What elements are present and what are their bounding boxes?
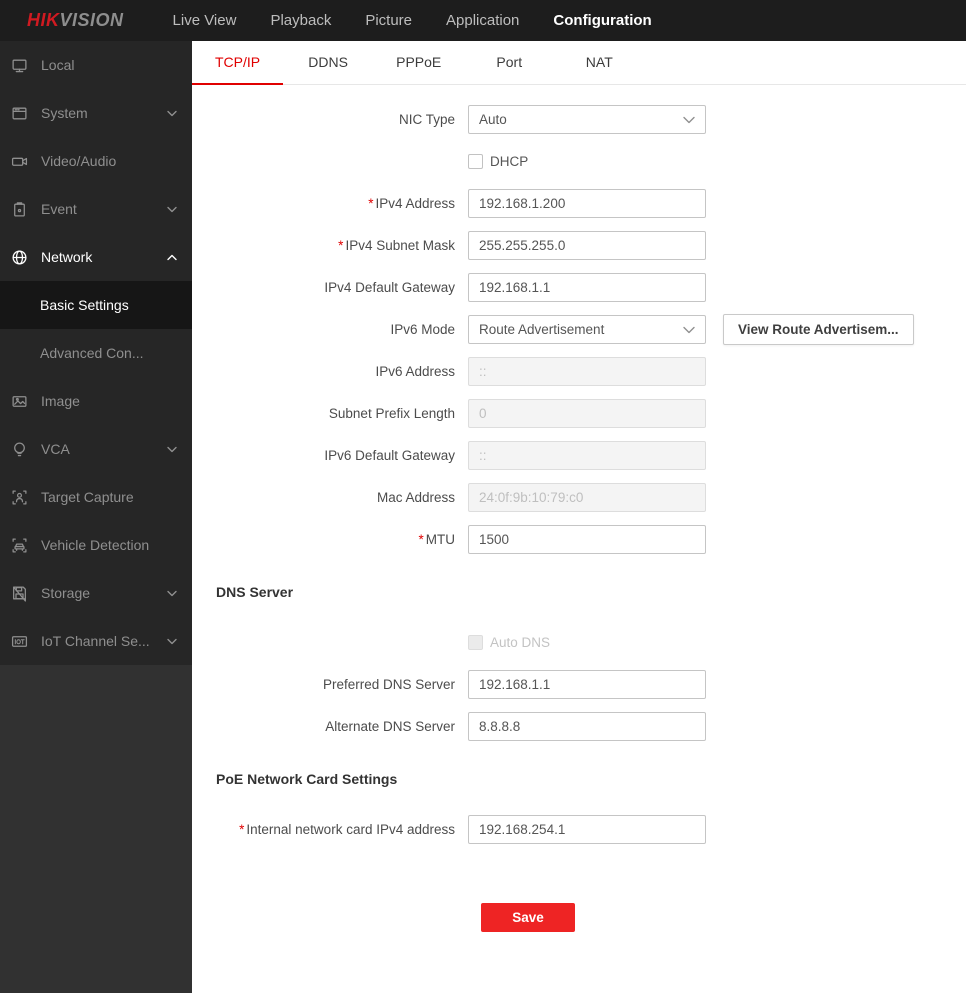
mac-address-input <box>468 483 706 512</box>
image-icon <box>12 395 27 407</box>
mac-address-label: Mac Address <box>376 490 455 505</box>
nav-configuration[interactable]: Configuration <box>536 0 668 41</box>
chevron-up-icon <box>167 254 177 261</box>
auto-dns-label: Auto DNS <box>490 635 551 650</box>
iot-icon: IOT <box>11 635 28 647</box>
lightbulb-icon <box>14 441 25 456</box>
sidebar-item-vca[interactable]: VCA <box>0 425 192 473</box>
main-content: TCP/IP DDNS PPPoE Port NAT NIC Type Auto… <box>192 41 966 993</box>
dhcp-label: DHCP <box>490 154 529 169</box>
logo-hik: HIK <box>27 10 60 30</box>
tab-nat[interactable]: NAT <box>554 41 644 85</box>
ipv6-mode-select[interactable]: Route Advertisement <box>468 315 706 344</box>
floppy-disk-icon <box>13 585 26 602</box>
auto-dns-checkbox <box>468 635 483 650</box>
ipv4-subnet-label: * IPv4 Subnet Mask <box>338 238 455 253</box>
window-icon <box>12 107 27 119</box>
alternate-dns-input[interactable] <box>468 712 706 741</box>
monitor-icon <box>12 59 27 72</box>
subnet-prefix-input <box>468 399 706 428</box>
chevron-down-icon <box>167 446 177 453</box>
ipv4-address-input[interactable] <box>468 189 706 218</box>
chevron-down-icon <box>683 326 695 333</box>
nav-live-view[interactable]: Live View <box>156 0 254 41</box>
mtu-input[interactable] <box>468 525 706 554</box>
tab-pppoe[interactable]: PPPoE <box>373 41 464 85</box>
sidebar-item-advanced-configuration[interactable]: Advanced Con... <box>0 329 192 377</box>
preferred-dns-label: Preferred DNS Server <box>322 677 455 692</box>
video-camera-icon <box>11 157 28 166</box>
alternate-dns-label: Alternate DNS Server <box>325 719 455 734</box>
ipv6-mode-label: IPv6 Mode <box>390 322 455 337</box>
ipv4-subnet-input[interactable] <box>468 231 706 260</box>
hikvision-logo: HIKVISION <box>27 10 124 31</box>
ipv4-address-label: * IPv4 Address <box>368 196 455 211</box>
tab-ddns[interactable]: DDNS <box>283 41 373 85</box>
dns-server-heading: DNS Server <box>216 584 294 600</box>
globe-icon <box>12 249 27 265</box>
vehicle-capture-icon <box>12 537 27 553</box>
sidebar: Local System Video/Audio Event Network B… <box>0 41 192 993</box>
ipv4-gateway-input[interactable] <box>468 273 706 302</box>
view-route-advertisement-button[interactable]: View Route Advertisem... <box>723 314 914 345</box>
subnet-prefix-label: Subnet Prefix Length <box>328 406 455 421</box>
chevron-down-icon <box>167 206 177 213</box>
ipv6-address-label: IPv6 Address <box>375 364 455 379</box>
chevron-down-icon <box>683 116 695 123</box>
sidebar-item-video-audio[interactable]: Video/Audio <box>0 137 192 185</box>
sidebar-item-target-capture[interactable]: Target Capture <box>0 473 192 521</box>
sidebar-item-basic-settings[interactable]: Basic Settings <box>0 281 192 329</box>
internal-ipv4-input[interactable] <box>468 815 706 844</box>
chevron-down-icon <box>167 590 177 597</box>
sidebar-item-iot-channel[interactable]: IOT IoT Channel Se... <box>0 617 192 665</box>
ipv6-gateway-input <box>468 441 706 470</box>
mtu-label: * MTU <box>418 532 455 547</box>
top-nav: Live View Playback Picture Application C… <box>156 0 669 41</box>
preferred-dns-input[interactable] <box>468 670 706 699</box>
nic-type-select[interactable]: Auto <box>468 105 706 134</box>
dhcp-checkbox[interactable] <box>468 154 483 169</box>
sidebar-item-image[interactable]: Image <box>0 377 192 425</box>
poe-settings-heading: PoE Network Card Settings <box>216 771 398 787</box>
nav-picture[interactable]: Picture <box>348 0 429 41</box>
tab-bar: TCP/IP DDNS PPPoE Port NAT <box>192 41 966 85</box>
internal-ipv4-label: * Internal network card IPv4 address <box>239 822 455 837</box>
sidebar-item-event[interactable]: Event <box>0 185 192 233</box>
tab-tcpip[interactable]: TCP/IP <box>192 41 284 85</box>
nav-application[interactable]: Application <box>429 0 536 41</box>
nic-type-label: NIC Type <box>398 112 455 127</box>
sidebar-item-system[interactable]: System <box>0 89 192 137</box>
person-capture-icon <box>12 489 27 505</box>
tcpip-form: NIC Type Auto DHCP *IPv4 Address *IPv4 S… <box>192 85 966 932</box>
topbar: HIKVISION Live View Playback Picture App… <box>0 0 966 41</box>
sidebar-menu: Local System Video/Audio Event Network B… <box>0 41 192 665</box>
ipv4-gateway-label: IPv4 Default Gateway <box>324 280 455 295</box>
save-button[interactable]: Save <box>481 903 575 932</box>
sidebar-item-local[interactable]: Local <box>0 41 192 89</box>
chevron-down-icon <box>167 638 177 645</box>
logo-vision: VISION <box>59 10 124 30</box>
sidebar-item-network[interactable]: Network <box>0 233 192 281</box>
svg-text:IOT: IOT <box>15 639 25 645</box>
ipv6-gateway-label: IPv6 Default Gateway <box>324 448 455 463</box>
nav-playback[interactable]: Playback <box>253 0 348 41</box>
tab-port[interactable]: Port <box>464 41 554 85</box>
clipboard-icon <box>14 201 25 217</box>
ipv6-address-input <box>468 357 706 386</box>
sidebar-item-vehicle-detection[interactable]: Vehicle Detection <box>0 521 192 569</box>
sidebar-item-storage[interactable]: Storage <box>0 569 192 617</box>
chevron-down-icon <box>167 110 177 117</box>
